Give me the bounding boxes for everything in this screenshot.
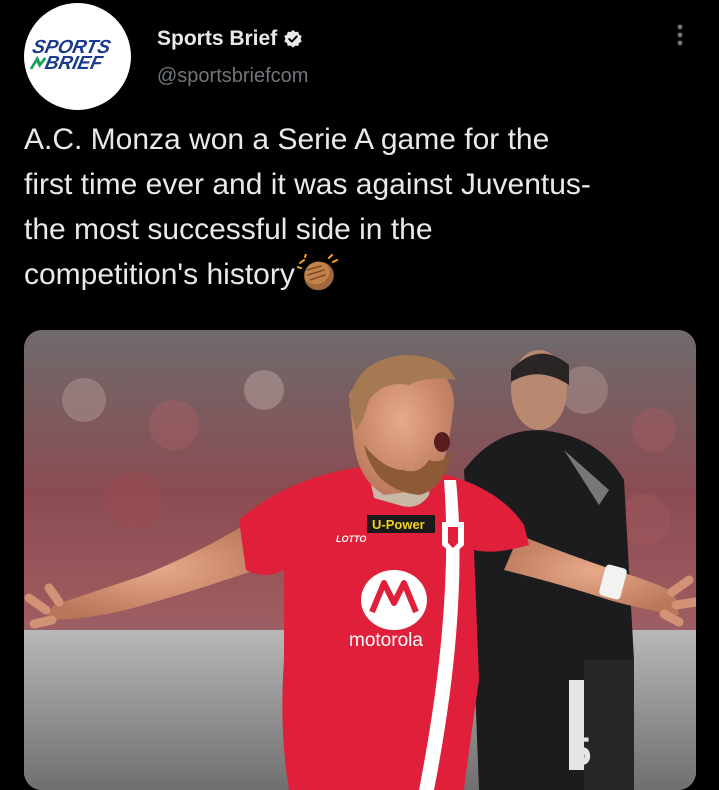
avatar[interactable]: SPORTS BRIEF [24, 3, 131, 110]
tweet-media-photo[interactable]: 5 motorola U-Power LOTTO [24, 330, 696, 790]
author-display-name[interactable]: Sports Brief [157, 26, 277, 52]
clapping-hands-emoji-icon [295, 253, 339, 294]
more-options-icon[interactable] [668, 22, 692, 48]
shirt-sponsor: motorola [349, 630, 423, 651]
verified-badge-icon [283, 29, 303, 49]
author-name-row: Sports Brief [157, 26, 303, 52]
author-handle[interactable]: @sportsbriefcom [157, 63, 308, 89]
avatar-text-line2: BRIEF [43, 53, 106, 74]
opponent-number: 5 [569, 730, 591, 774]
tweet-text: A.C. Monza won a Serie A game for the fi… [24, 117, 694, 297]
sports-brief-logo: SPORTS BRIEF [29, 37, 113, 74]
shirt-brand: LOTTO [336, 534, 366, 544]
sleeve-sponsor: U-Power [372, 517, 425, 532]
